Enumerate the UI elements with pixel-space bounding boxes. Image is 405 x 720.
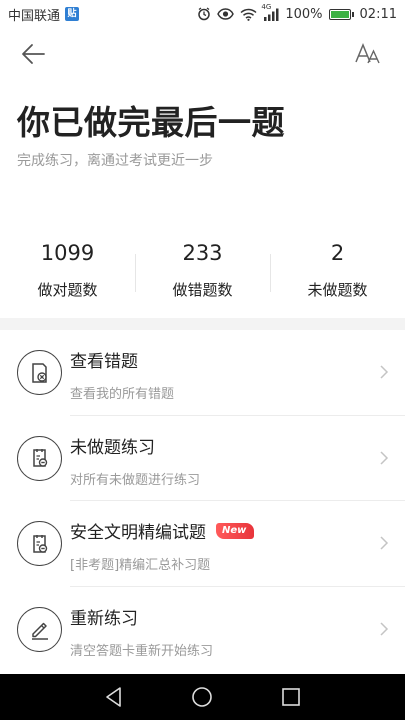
menu-item-title-text: 重新练习: [70, 608, 138, 629]
pencil-icon: [17, 606, 62, 652]
wrong-questions-icon: [17, 350, 62, 395]
nav-home-button[interactable]: [188, 683, 216, 711]
new-badge: New: [216, 522, 255, 539]
carrier-name: 中国联通: [8, 8, 61, 24]
menu-item-title: 未做题练习: [70, 433, 155, 458]
page-title: 你已做完最后一题: [17, 103, 285, 142]
battery-percent: 100%: [285, 6, 323, 22]
circle-home-icon: [192, 687, 213, 707]
menu-item-desc: 清空答题卡重新开始练习: [70, 643, 214, 659]
stat-value: 233: [182, 241, 223, 265]
clipboard-minus-icon: [17, 521, 62, 566]
stat-wrong: 233 做错题数: [135, 240, 270, 310]
stat-label: 做对题数: [37, 281, 98, 299]
arrow-left-icon: [22, 44, 45, 64]
menu-item-view-wrong[interactable]: 查看错题 查看我的所有错题: [0, 330, 405, 416]
menu-item-desc: [非考题]精编汇总补习题: [70, 558, 211, 573]
signal-icon: 4G: [261, 3, 279, 21]
page-subtitle: 完成练习，离通过考试更近一步: [17, 153, 213, 169]
battery-icon: [328, 8, 354, 20]
chevron-right-icon: [380, 365, 389, 379]
menu-item-title-text: 查看错题: [70, 352, 138, 372]
stat-label: 未做题数: [307, 281, 368, 299]
battery-level-fill: [330, 10, 349, 18]
clipboard-minus-icon: [17, 435, 62, 481]
menu-item-desc: 对所有未做题进行练习: [70, 472, 201, 488]
font-size-icon: [355, 43, 380, 64]
nav-recents-button[interactable]: [277, 683, 305, 711]
chevron-right-icon: [380, 536, 389, 550]
eye-icon: [217, 8, 235, 20]
triangle-back-icon: [106, 687, 121, 707]
chevron-right-icon: [380, 621, 389, 636]
status-left: 中国联通 贴: [8, 5, 80, 24]
wifi-icon: [240, 8, 257, 21]
system-navigation-bar: [0, 674, 405, 720]
alarm-icon: [197, 7, 211, 21]
menu-item-title: 查看错题: [70, 347, 138, 372]
app-notification-icon: 贴: [65, 7, 80, 21]
square-recents-icon: [282, 688, 300, 706]
chevron-right-icon: [380, 450, 389, 465]
stat-label: 做错题数: [172, 281, 233, 299]
clock: 02:11: [359, 6, 397, 22]
menu-item-restart-practice[interactable]: 重新练习 清空答题卡重新开始练习: [0, 587, 405, 673]
action-menu: 查看错题 查看我的所有错题 未做题练习 对所有未做题进行练习 安全文明精编试题 …: [0, 330, 405, 672]
top-bar: [0, 28, 405, 80]
stat-value: 1099: [40, 241, 95, 265]
nav-back-button[interactable]: [100, 683, 128, 711]
menu-item-title-text: 未做题练习: [70, 437, 155, 458]
network-type: 4G: [261, 2, 272, 11]
stat-correct: 1099 做对题数: [0, 240, 135, 310]
stats-row: 1099 做对题数 233 做错题数 2 未做题数: [0, 240, 405, 310]
font-size-button[interactable]: [353, 40, 383, 68]
back-button[interactable]: [18, 40, 48, 68]
stat-undone: 2 未做题数: [270, 240, 405, 310]
menu-item-desc: 查看我的所有错题: [70, 387, 175, 402]
menu-item-undone-practice[interactable]: 未做题练习 对所有未做题进行练习: [0, 416, 405, 501]
menu-item-title-text: 安全文明精编试题: [70, 523, 206, 543]
menu-item-title: 重新练习: [70, 604, 138, 629]
stat-value: 2: [330, 241, 345, 265]
menu-item-title: 安全文明精编试题 New: [70, 518, 255, 543]
menu-item-safety-questions[interactable]: 安全文明精编试题 New [非考题]精编汇总补习题: [0, 501, 405, 587]
section-divider: [0, 318, 405, 330]
status-bar: 中国联通 贴 4G 100% 02:11: [0, 0, 405, 28]
status-right: 4G 100% 02:11: [197, 3, 397, 22]
